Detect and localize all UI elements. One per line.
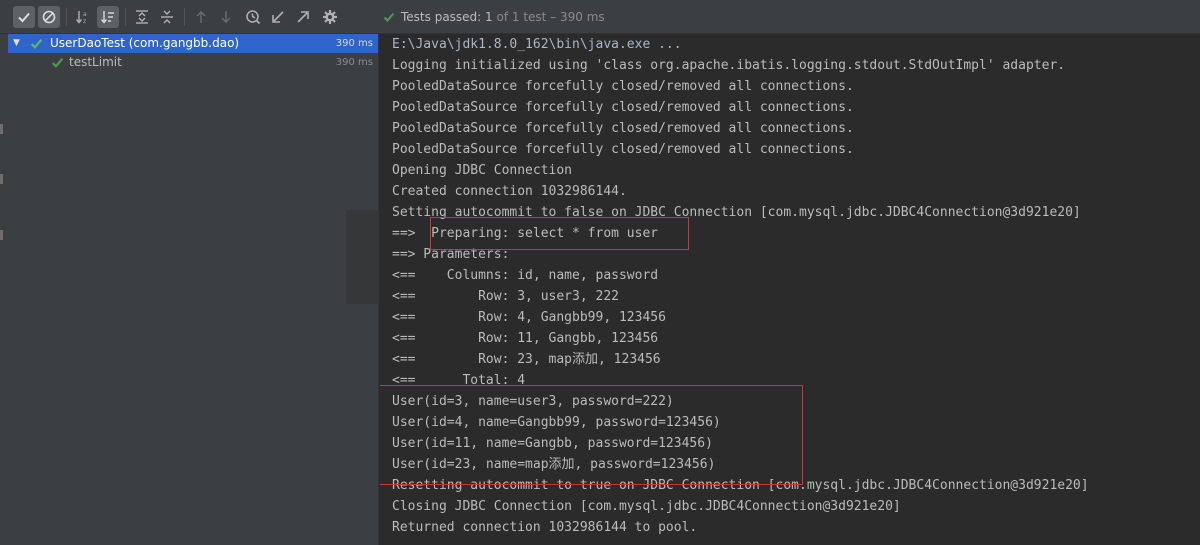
svg-text:a: a <box>83 11 87 18</box>
test-history-button[interactable] <box>242 6 264 28</box>
tree-item-time: 390 ms <box>335 38 373 49</box>
sort-by-duration-button[interactable] <box>97 6 119 28</box>
strip-marker <box>0 230 3 240</box>
console-line: PooledDataSource forcefully closed/remov… <box>392 100 854 115</box>
tree-item-label: UserDaoTest (com.gangbb.dao) <box>50 36 240 50</box>
console-line: PooledDataSource forcefully closed/remov… <box>392 79 854 94</box>
test-tree: ▼ UserDaoTest (com.gangbb.dao) 390 ms te… <box>8 34 379 545</box>
console-line: <== Row: 23, map添加, 123456 <box>392 352 661 367</box>
console-line: PooledDataSource forcefully closed/remov… <box>392 142 854 157</box>
import-icon <box>272 11 284 23</box>
show-passed-button[interactable] <box>13 6 35 28</box>
result-highlight-box <box>380 385 803 485</box>
expand-all-button[interactable] <box>131 6 153 28</box>
console-line: <== Row: 3, user3, 222 <box>392 289 619 304</box>
tree-item-userdaotest[interactable]: ▼ UserDaoTest (com.gangbb.dao) 390 ms <box>8 34 378 53</box>
expand-arrow-icon[interactable]: ▼ <box>13 34 20 53</box>
arrow-down-icon <box>221 11 231 23</box>
history-icon <box>246 10 261 25</box>
console-line: PooledDataSource forcefully closed/remov… <box>392 121 854 136</box>
console-line: Returned connection 1032986144 to pool. <box>392 520 698 535</box>
sort-alphabetically-button[interactable]: az <box>72 6 94 28</box>
collapse-all-button[interactable] <box>156 6 178 28</box>
console-line: Opening JDBC Connection <box>392 163 573 178</box>
tree-item-label: testLimit <box>69 55 122 69</box>
passed-check-icon <box>383 12 395 22</box>
console-output[interactable]: E:\Java\jdk1.8.0_162\bin\java.exe ... Lo… <box>380 34 1200 545</box>
export-icon <box>297 11 309 23</box>
export-tests-button[interactable] <box>292 6 314 28</box>
arrow-up-icon <box>196 11 206 23</box>
sql-highlight-box <box>430 217 689 250</box>
console-line: Created connection 1032986144. <box>392 184 627 199</box>
next-failed-button[interactable] <box>215 6 237 28</box>
tree-item-testlimit[interactable]: testLimit 390 ms <box>8 53 378 72</box>
console-line: Logging initialized using 'class org.apa… <box>392 58 1066 73</box>
expand-all-icon <box>136 10 148 24</box>
settings-button[interactable] <box>319 6 341 28</box>
toolbar-separator <box>125 8 126 26</box>
ban-icon <box>42 10 56 24</box>
passed-check-icon <box>30 39 43 49</box>
test-runner-toolbar: az Tests passed: 1 of 1 test – 390 ms <box>0 0 1200 34</box>
tree-item-time: 390 ms <box>335 57 373 68</box>
show-ignored-button[interactable] <box>38 6 60 28</box>
strip-marker <box>0 174 3 184</box>
previous-failed-button[interactable] <box>190 6 212 28</box>
console-line: <== Columns: id, name, password <box>392 268 659 283</box>
test-status: Tests passed: 1 of 1 test – 390 ms <box>383 9 605 25</box>
svg-text:z: z <box>83 18 86 25</box>
sort-duration-icon <box>100 11 114 24</box>
collapse-all-icon <box>161 10 173 24</box>
console-line: E:\Java\jdk1.8.0_162\bin\java.exe ... <box>392 37 682 52</box>
check-icon <box>18 12 30 23</box>
tool-window-strip <box>0 34 8 545</box>
console-line: Closing JDBC Connection [com.mysql.jdbc.… <box>392 499 901 514</box>
status-count: 1 <box>485 10 493 24</box>
toolbar-separator <box>66 8 67 26</box>
gear-icon <box>323 10 337 24</box>
tree-shadow-area <box>346 210 379 304</box>
toolbar-separator <box>184 8 185 26</box>
console-line: <== Row: 11, Gangbb, 123456 <box>392 331 659 346</box>
status-detail: of 1 test – 390 ms <box>496 10 605 24</box>
console-line: <== Row: 4, Gangbb99, 123456 <box>392 310 666 325</box>
passed-check-icon <box>51 58 64 68</box>
strip-marker <box>0 124 3 134</box>
import-tests-button[interactable] <box>267 6 289 28</box>
sort-alpha-icon: az <box>75 11 87 25</box>
status-label: Tests passed: <box>401 10 482 24</box>
